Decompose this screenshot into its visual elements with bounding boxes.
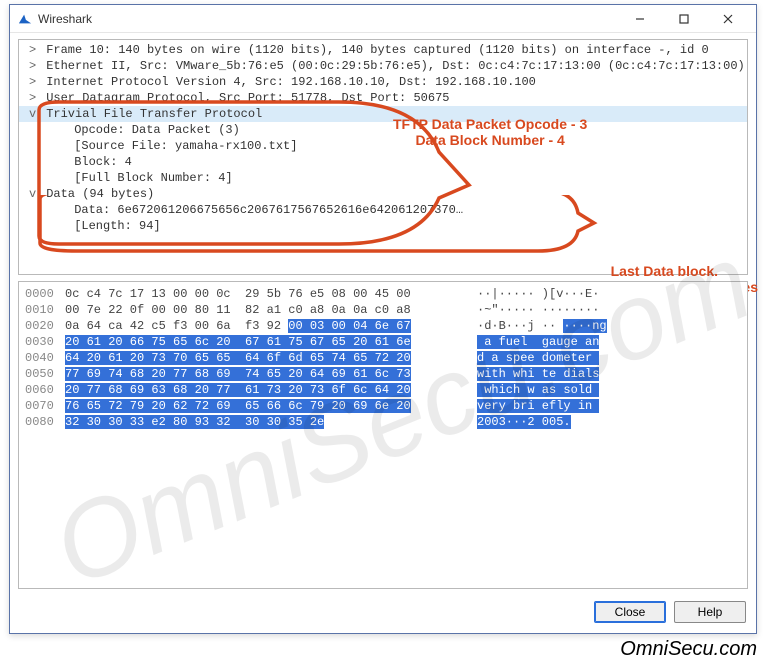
dialog-button-bar: Close Help: [594, 601, 746, 623]
maximize-icon: [679, 14, 689, 24]
hex-bytes: 20 61 20 66 75 65 6c 20 67 61 75 67 65 2…: [65, 334, 469, 350]
tree-row-text: Block: 4: [67, 155, 132, 169]
wireshark-window: Wireshark > Frame 10: 140 bytes on wire …: [9, 4, 757, 634]
help-button[interactable]: Help: [674, 601, 746, 623]
hex-row[interactable]: 00200a 64 ca 42 c5 f3 00 6a f3 92 00 03 …: [25, 318, 741, 334]
tree-row[interactable]: > Internet Protocol Version 4, Src: 192.…: [19, 74, 747, 90]
hex-offset: 0040: [25, 350, 65, 366]
hex-row[interactable]: 004064 20 61 20 73 70 65 65 64 6f 6d 65 …: [25, 350, 741, 366]
hex-ascii: a fuel gauge an: [477, 334, 599, 350]
minimize-button[interactable]: [618, 5, 662, 33]
tree-row[interactable]: [Full Block Number: 4]: [19, 170, 747, 186]
hex-bytes: 20 77 68 69 63 68 20 77 61 73 20 73 6f 6…: [65, 382, 469, 398]
hex-offset: 0050: [25, 366, 65, 382]
hex-ascii: ·~"····· ········: [477, 302, 599, 318]
hex-offset: 0080: [25, 414, 65, 430]
tree-row-text: [Length: 94]: [67, 219, 161, 233]
hex-bytes: 32 30 30 33 e2 80 93 32 30 30 35 2e: [65, 414, 469, 430]
tree-row[interactable]: > User Datagram Protocol, Src Port: 5177…: [19, 90, 747, 106]
tree-toggle[interactable]: [57, 170, 67, 186]
tree-row-text: Ethernet II, Src: VMware_5b:76:e5 (00:0c…: [39, 59, 745, 73]
wireshark-icon: [18, 12, 32, 26]
tree-row-text: Trivial File Transfer Protocol: [39, 107, 262, 121]
tree-row[interactable]: Block: 4: [19, 154, 747, 170]
hex-row[interactable]: 001000 7e 22 0f 00 00 80 11 82 a1 c0 a8 …: [25, 302, 741, 318]
tree-toggle[interactable]: v: [29, 106, 39, 122]
tree-row-text: Internet Protocol Version 4, Src: 192.16…: [39, 75, 536, 89]
hex-offset: 0070: [25, 398, 65, 414]
hex-row[interactable]: 005077 69 74 68 20 77 68 69 74 65 20 64 …: [25, 366, 741, 382]
hex-offset: 0030: [25, 334, 65, 350]
tree-toggle[interactable]: [57, 154, 67, 170]
tree-toggle[interactable]: v: [29, 186, 39, 202]
hex-ascii: with whi te dials: [477, 366, 599, 382]
hex-offset: 0000: [25, 286, 65, 302]
content-area: > Frame 10: 140 bytes on wire (1120 bits…: [18, 39, 748, 589]
tree-toggle[interactable]: [57, 122, 67, 138]
hex-bytes: 00 7e 22 0f 00 00 80 11 82 a1 c0 a8 0a 0…: [65, 302, 469, 318]
tree-row-text: [Full Block Number: 4]: [67, 171, 233, 185]
hex-row[interactable]: 006020 77 68 69 63 68 20 77 61 73 20 73 …: [25, 382, 741, 398]
tree-row-text: Data (94 bytes): [39, 187, 154, 201]
packet-bytes-pane[interactable]: 00000c c4 7c 17 13 00 00 0c 29 5b 76 e5 …: [18, 281, 748, 589]
tree-toggle[interactable]: [57, 138, 67, 154]
hex-bytes: 76 65 72 79 20 62 72 69 65 66 6c 79 20 6…: [65, 398, 469, 414]
hex-ascii: d a spee dometer: [477, 350, 599, 366]
window-title: Wireshark: [38, 12, 618, 26]
brand-label: OmniSecu.com: [620, 638, 757, 661]
tree-toggle[interactable]: >: [29, 42, 39, 58]
tree-row[interactable]: [Source File: yamaha-rx100.txt]: [19, 138, 747, 154]
minimize-icon: [635, 14, 645, 24]
tree-row-text: [Source File: yamaha-rx100.txt]: [67, 139, 297, 153]
tree-row-text: User Datagram Protocol, Src Port: 51778,…: [39, 91, 449, 105]
titlebar: Wireshark: [10, 5, 756, 33]
packet-bytes-hex[interactable]: 00000c c4 7c 17 13 00 00 0c 29 5b 76 e5 …: [19, 282, 747, 434]
hex-ascii: very bri efly in: [477, 398, 599, 414]
tree-toggle[interactable]: [57, 202, 67, 218]
maximize-button[interactable]: [662, 5, 706, 33]
tree-row-text: Frame 10: 140 bytes on wire (1120 bits),…: [39, 43, 709, 57]
tree-toggle[interactable]: >: [29, 58, 39, 74]
close-button[interactable]: Close: [594, 601, 666, 623]
hex-offset: 0010: [25, 302, 65, 318]
tree-row[interactable]: > Ethernet II, Src: VMware_5b:76:e5 (00:…: [19, 58, 747, 74]
hex-ascii: ··|····· )[v···E·: [477, 286, 599, 302]
tree-toggle[interactable]: >: [29, 90, 39, 106]
tree-row-text: Opcode: Data Packet (3): [67, 123, 240, 137]
tree-row[interactable]: Data: 6e672061206675656c2067617567652616…: [19, 202, 747, 218]
hex-row[interactable]: 008032 30 30 33 e2 80 93 32 30 30 35 2e …: [25, 414, 741, 430]
hex-row[interactable]: 007076 65 72 79 20 62 72 69 65 66 6c 79 …: [25, 398, 741, 414]
hex-bytes: 0c c4 7c 17 13 00 00 0c 29 5b 76 e5 08 0…: [65, 286, 469, 302]
hex-bytes: 64 20 61 20 73 70 65 65 64 6f 6d 65 74 6…: [65, 350, 469, 366]
hex-row[interactable]: 003020 61 20 66 75 65 6c 20 67 61 75 67 …: [25, 334, 741, 350]
hex-offset: 0020: [25, 318, 65, 334]
tree-row[interactable]: v Data (94 bytes): [19, 186, 747, 202]
tree-row[interactable]: Opcode: Data Packet (3): [19, 122, 747, 138]
hex-ascii: which w as sold: [477, 382, 599, 398]
tree-toggle[interactable]: >: [29, 74, 39, 90]
close-icon: [723, 14, 733, 24]
tree-row[interactable]: v Trivial File Transfer Protocol: [19, 106, 747, 122]
tree-row[interactable]: > Frame 10: 140 bytes on wire (1120 bits…: [19, 42, 747, 58]
tree-row[interactable]: [Length: 94]: [19, 218, 747, 234]
hex-ascii: ·d·B···j ·· ····ng: [477, 318, 607, 334]
hex-row[interactable]: 00000c c4 7c 17 13 00 00 0c 29 5b 76 e5 …: [25, 286, 741, 302]
packet-details-tree[interactable]: > Frame 10: 140 bytes on wire (1120 bits…: [19, 40, 747, 236]
hex-ascii: 2003···2 005.: [477, 414, 571, 430]
close-window-button[interactable]: [706, 5, 750, 33]
hex-offset: 0060: [25, 382, 65, 398]
packet-details-pane[interactable]: > Frame 10: 140 bytes on wire (1120 bits…: [18, 39, 748, 275]
tree-toggle[interactable]: [57, 218, 67, 234]
hex-bytes: 77 69 74 68 20 77 68 69 74 65 20 64 69 6…: [65, 366, 469, 382]
tree-row-text: Data: 6e672061206675656c2067617567652616…: [67, 203, 463, 217]
hex-bytes: 0a 64 ca 42 c5 f3 00 6a f3 92 00 03 00 0…: [65, 318, 469, 334]
